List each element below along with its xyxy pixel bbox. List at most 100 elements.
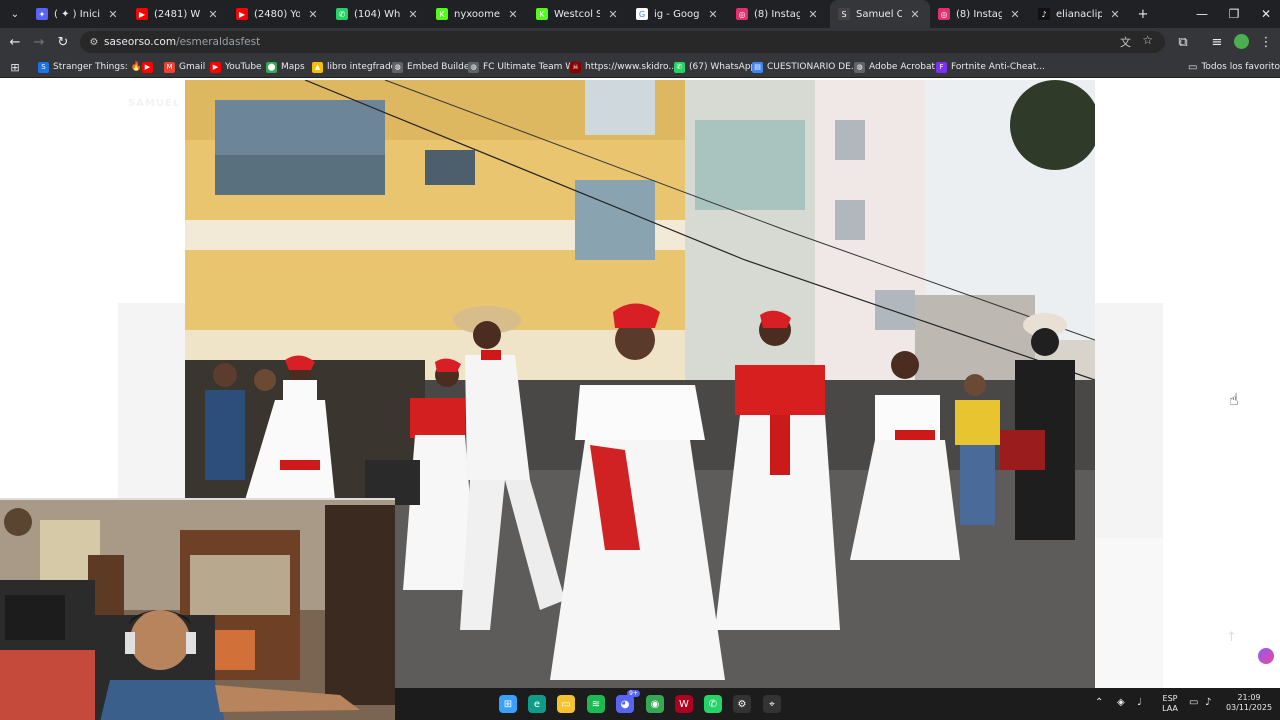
address-bar[interactable]: ⚙ saseorso.com/esmeraldasfest 文 ☆ [80, 31, 1165, 53]
background-panel [1095, 538, 1163, 688]
browser-tab[interactable]: ◎ (8) Instagram ✕ [930, 0, 1030, 28]
tab-title: Samuel Ordoñez [856, 8, 902, 20]
browser-tab[interactable]: Gig - Google Search ✕ [628, 0, 728, 28]
browser-tab[interactable]: Knyxoome Stream ✕ [428, 0, 528, 28]
tab-close-icon[interactable]: ✕ [406, 8, 420, 21]
maximize-button[interactable]: ❐ [1218, 0, 1250, 28]
browser-tab[interactable]: ✦ ( ✦ ) Inicio - Ro ✕ [28, 0, 128, 28]
extension-floating-icon[interactable] [1258, 648, 1274, 664]
tab-close-icon[interactable]: ✕ [706, 8, 720, 21]
tab-title: ( ✦ ) Inicio - Ro [54, 8, 100, 20]
apps-grid-icon[interactable]: ⊞ [4, 57, 26, 77]
browser-tab[interactable]: ✆ (104) WhatsApp ✕ [328, 0, 428, 28]
site-info-icon[interactable]: ⚙ [84, 37, 104, 48]
bookmark-item[interactable]: ▶ [142, 59, 157, 75]
youtube-icon: ▶ [142, 61, 153, 73]
bookmark-item[interactable]: ✆ (67) WhatsApp [674, 59, 756, 75]
network-icon[interactable]: ◈ [1117, 698, 1125, 708]
browser-tab[interactable]: ◎ (8) Instagram ✕ [728, 0, 828, 28]
bookmark-item[interactable]: ▶ YouTube [210, 59, 262, 75]
minimize-button[interactable]: — [1186, 0, 1218, 28]
bookmark-label: https://www.skidro... [585, 62, 677, 72]
folder-icon: ▭ [1188, 61, 1198, 73]
extensions-icon[interactable]: ⧉ [1172, 32, 1194, 52]
bookmark-item[interactable]: ◍ Embed Builder [392, 59, 473, 75]
file-explorer-icon[interactable]: ▭ [557, 695, 575, 713]
tray-chevron-icon[interactable]: ⌃ [1095, 698, 1103, 708]
browser-tab[interactable]: ▶ (2481) WESTCOL ✕ [128, 0, 228, 28]
all-bookmarks-folder[interactable]: ▭ Todos los favoritos [1188, 59, 1280, 75]
tab-close-icon[interactable]: ✕ [306, 8, 320, 21]
tab-title: (2480) YouTube [254, 8, 300, 20]
scroll-to-top-button[interactable]: ↑ [1226, 630, 1240, 648]
tab-close-icon[interactable]: ✕ [506, 8, 520, 21]
forward-button[interactable]: → [28, 32, 50, 52]
edge-icon[interactable]: e [528, 695, 546, 713]
tab-title: (8) Instagram [754, 8, 800, 20]
bookmark-label: YouTube [225, 62, 262, 72]
bookmark-star-icon[interactable]: ☆ [1142, 33, 1153, 47]
browser-tab[interactable]: S Samuel Ordoñez ✕ [830, 0, 930, 28]
spotify-icon[interactable]: ≋ [587, 695, 605, 713]
bookmark-item[interactable]: S Stranger Things: 🔥... [38, 59, 150, 75]
tab-close-icon[interactable]: ✕ [606, 8, 620, 21]
translate-icon[interactable]: 文 [1120, 34, 1131, 50]
url-text[interactable]: saseorso.com/esmeraldasfest [104, 36, 260, 48]
browser-tab[interactable]: K Westcol Stream ✕ [528, 0, 628, 28]
display-icon[interactable]: ▭ [1189, 698, 1198, 708]
instagram-icon: ◎ [736, 8, 748, 20]
browser-tab[interactable]: ▶ (2480) YouTube ✕ [228, 0, 328, 28]
background-panel [118, 303, 185, 498]
youtube-icon: ▶ [236, 8, 248, 20]
whatsapp-icon[interactable]: ✆ [704, 695, 722, 713]
profile-avatar[interactable] [1234, 34, 1249, 49]
close-window-button[interactable]: ✕ [1250, 0, 1280, 28]
clock[interactable]: 21:09 03/11/2025 [1223, 693, 1275, 713]
background-panel [1095, 303, 1163, 538]
tab-strip: ⌄ ✦ ( ✦ ) Inicio - Ro ✕ ▶ (2481) WESTCOL ✕ ▶ (2… [0, 0, 1280, 28]
winrar-icon[interactable]: W [675, 695, 693, 713]
bookmark-item[interactable]: ☠ https://www.skidro... [570, 59, 677, 75]
bookmark-label: libro integfrado [327, 62, 397, 72]
youtube-icon: ▶ [210, 61, 221, 73]
tab-title: (2481) WESTCOL [154, 8, 200, 20]
back-button[interactable]: ← [4, 32, 26, 52]
bookmark-item[interactable]: ⬤ Maps [266, 59, 305, 75]
language-indicator[interactable]: ESP LAA [1159, 694, 1181, 714]
media-controls-icon[interactable]: ≡ [1206, 32, 1228, 52]
microphone-icon[interactable]: ♩ [1137, 698, 1142, 708]
reload-button[interactable]: ↻ [52, 32, 74, 52]
tab-close-icon[interactable]: ✕ [806, 8, 820, 21]
bookmark-item[interactable]: ◍ FC Ultimate Team W... [468, 59, 582, 75]
tab-close-icon[interactable]: ✕ [206, 8, 220, 21]
new-tab-button[interactable]: + [1132, 4, 1154, 24]
webcam-overlay [0, 498, 395, 720]
discord-icon[interactable]: ◕ 9+ [616, 690, 640, 713]
tab-close-icon[interactable]: ✕ [1108, 8, 1122, 21]
instagram-icon: ◎ [938, 8, 950, 20]
bookmark-item[interactable]: ▲ libro integfrado [312, 59, 396, 75]
doc-icon: ▤ [752, 61, 763, 73]
bookmark-site-icon: S [38, 61, 49, 73]
bookmark-item[interactable]: ◍ Adobe Acrobat [854, 59, 935, 75]
whatsapp-icon: ✆ [336, 8, 348, 20]
bookmark-item[interactable]: F Fortnite Anti-Cheat... [936, 59, 1045, 75]
bookmark-label: Stranger Things: 🔥... [53, 62, 151, 72]
windows-start-icon[interactable]: ⊞ [499, 695, 517, 713]
location-icon[interactable]: ⌖ [763, 695, 781, 713]
browser-tab[interactable]: ♪ elianaclips (@e ✕ [1030, 0, 1130, 28]
all-bookmarks-label: Todos los favoritos [1201, 62, 1280, 72]
tab-close-icon[interactable]: ✕ [1008, 8, 1022, 21]
volume-icon[interactable]: ♪ [1205, 698, 1211, 708]
tab-search-button[interactable]: ⌄ [4, 4, 26, 24]
tab-close-icon[interactable]: ✕ [908, 8, 922, 21]
chrome-icon[interactable]: ◉ [646, 695, 664, 713]
steam-icon[interactable]: ⚙ [733, 695, 751, 713]
tab-close-icon[interactable]: ✕ [106, 8, 120, 21]
bookmark-item[interactable]: M Gmail [164, 59, 205, 75]
bookmark-label: Adobe Acrobat [869, 62, 936, 72]
bookmark-item[interactable]: ▤ CUESTIONARIO DE... [752, 59, 859, 75]
bookmark-label: FC Ultimate Team W... [483, 62, 582, 72]
language-top-text: ESP [1162, 694, 1178, 703]
menu-icon[interactable]: ⋮ [1255, 32, 1277, 52]
